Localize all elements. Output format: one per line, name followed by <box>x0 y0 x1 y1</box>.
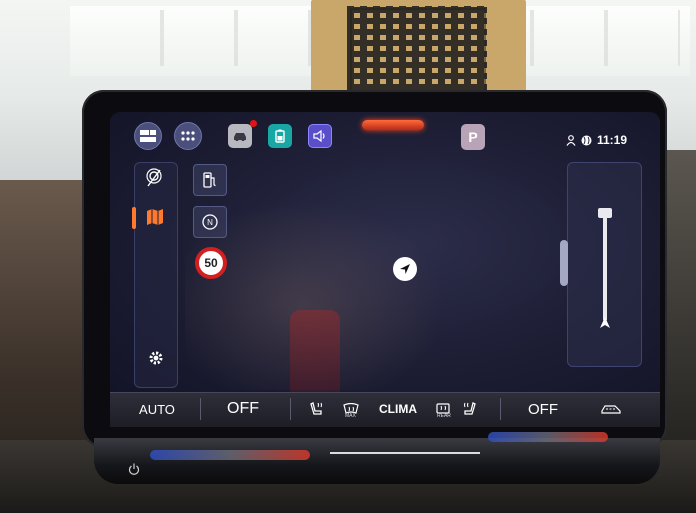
route-arrow-icon <box>600 317 610 328</box>
globe-icon <box>581 135 592 145</box>
climate-divider <box>290 398 291 420</box>
pull-down-handle[interactable] <box>362 120 424 130</box>
compass-icon: N <box>202 214 218 230</box>
fuel-station-button[interactable] <box>193 164 227 196</box>
car-air-icon <box>601 405 621 414</box>
speed-limit-sign: 50 <box>195 247 227 279</box>
battery-icon <box>275 129 285 143</box>
navigation-cross-icon <box>146 168 162 187</box>
air-recirculation-button[interactable] <box>600 398 622 420</box>
fuel-pump-icon <box>203 172 216 188</box>
qr-frame <box>350 8 486 92</box>
dashboard-button[interactable] <box>134 122 162 150</box>
clima-button[interactable]: CLIMA <box>372 394 424 424</box>
compass-label: N <box>207 218 213 227</box>
clock: 11:19 <box>597 133 628 147</box>
speaker-icon <box>313 130 325 142</box>
grid-icon <box>181 131 195 141</box>
panel-handle[interactable] <box>560 240 568 286</box>
car-icon <box>234 133 246 141</box>
seat-heat-right-button[interactable] <box>458 398 480 420</box>
status-area: 11:19 <box>566 131 627 149</box>
charging-button[interactable] <box>268 124 292 148</box>
screen-reflection-red <box>290 310 340 405</box>
route-line <box>603 213 607 321</box>
gear-icon <box>149 351 163 365</box>
climate-divider <box>500 398 501 420</box>
settings-button[interactable] <box>142 344 170 372</box>
notification-dot <box>250 120 257 127</box>
compass-button[interactable]: N <box>193 206 227 238</box>
power-icon[interactable] <box>128 463 140 475</box>
dashboard-icon <box>140 130 156 142</box>
right-temperature-slider[interactable] <box>488 432 608 442</box>
navigation-button[interactable] <box>140 164 168 192</box>
volume-slider[interactable] <box>330 452 480 454</box>
gear-indicator: P <box>461 124 485 150</box>
seat-heat-icon <box>310 402 322 415</box>
climate-touch-slider <box>94 438 660 484</box>
max-label: MAX <box>345 413 356 419</box>
vehicle-button[interactable] <box>228 124 252 148</box>
seat-heat-left-button[interactable] <box>306 398 328 420</box>
seat-heat-icon <box>464 402 476 415</box>
rear-label: REAR <box>437 413 451 419</box>
map-icon <box>147 209 163 225</box>
left-temperature-slider[interactable] <box>150 450 310 460</box>
user-icon <box>566 134 576 146</box>
right-fan-off-button[interactable]: OFF <box>520 394 566 424</box>
app-menu-button[interactable] <box>174 122 202 150</box>
current-position-icon <box>393 257 417 281</box>
climate-auto-button[interactable]: AUTO <box>134 394 180 424</box>
left-fan-off-button[interactable]: OFF <box>220 394 266 424</box>
climate-divider <box>200 398 201 420</box>
active-indicator <box>132 207 136 229</box>
audio-button[interactable] <box>308 124 332 148</box>
map-button[interactable] <box>140 200 170 234</box>
